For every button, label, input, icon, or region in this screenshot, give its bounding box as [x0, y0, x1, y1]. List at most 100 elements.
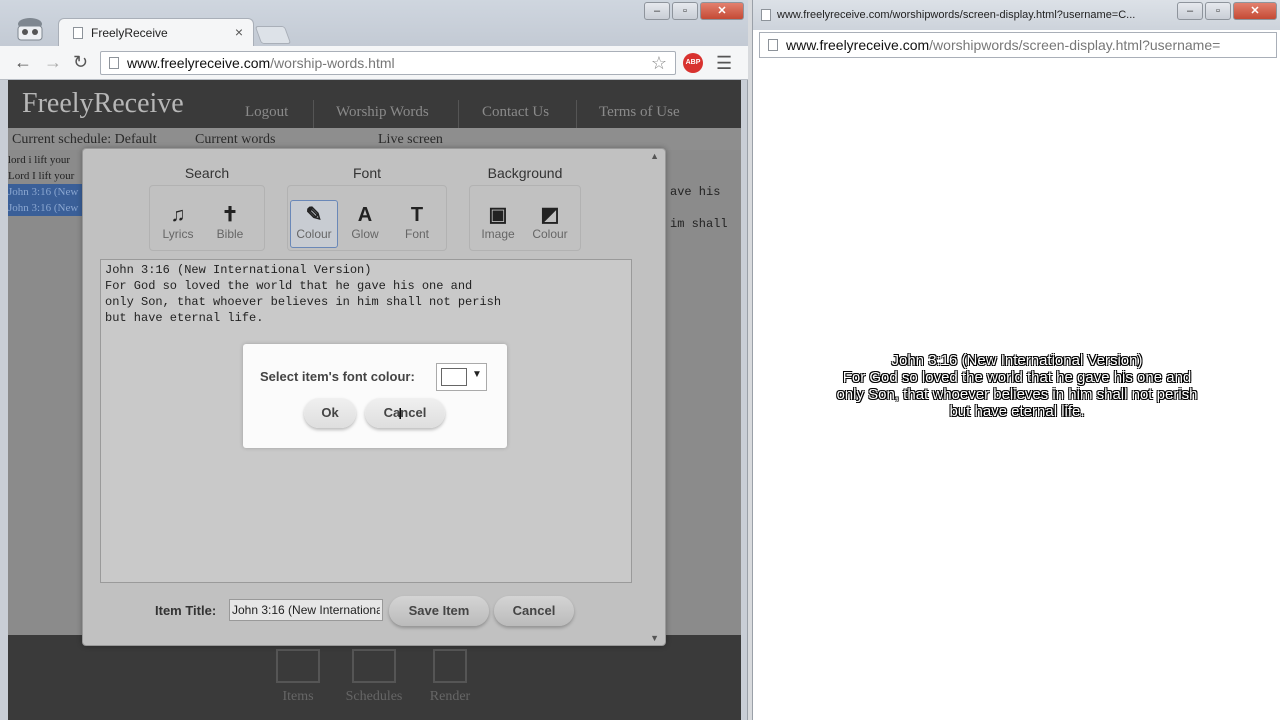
nav-contact-us[interactable]: Contact Us: [482, 104, 549, 121]
minimize-button[interactable]: –: [644, 2, 670, 20]
button-label: Font: [404, 227, 429, 241]
glow-icon: A: [357, 204, 373, 226]
bottom-nav-bar: Items Schedules Render: [8, 635, 741, 720]
scroll-down-icon[interactable]: ▼: [650, 633, 659, 643]
page-icon: [109, 57, 119, 69]
adblock-icon[interactable]: ABP: [683, 53, 703, 73]
window-controls: – ▫ ✕: [644, 2, 744, 20]
tab-title: FreelyReceive: [91, 26, 168, 40]
incognito-avatar-icon[interactable]: [12, 14, 48, 44]
schedules-icon: [352, 649, 396, 683]
maximize-button[interactable]: ▫: [672, 2, 698, 20]
image-icon: ▣: [488, 204, 508, 226]
live-display-text: John 3:16 (New International Version) Fo…: [753, 352, 1280, 420]
fill-colour-icon: ◩: [540, 204, 560, 226]
font-colour-popup: Select item's font colour: ▼ Ok Cancel I: [243, 344, 507, 448]
chevron-down-icon: ▼: [472, 369, 482, 380]
music-note-icon: ♫: [170, 204, 186, 226]
background-image-button[interactable]: ▣ Image: [475, 201, 521, 247]
group-title: Search: [184, 165, 230, 181]
text-icon: T: [410, 204, 424, 226]
nav-separator: [458, 100, 459, 128]
url-host: www.freelyreceive.com: [786, 37, 930, 53]
pen-icon: ✎: [305, 204, 323, 226]
maximize-button[interactable]: ▫: [1205, 2, 1231, 20]
preview-line: im shall: [670, 217, 728, 231]
nav-separator: [576, 100, 577, 128]
schedule-list: lord i lift your Lord I lift your John 3…: [8, 152, 84, 232]
list-item[interactable]: Lord I lift your: [8, 168, 84, 184]
bottom-nav-label: Render: [429, 689, 471, 704]
url-path: /worshipwords/screen-display.html?userna…: [929, 37, 1221, 53]
colour-swatch: [441, 368, 467, 386]
group-title: Background: [487, 165, 563, 181]
background-colour-button[interactable]: ◩ Colour: [527, 201, 573, 247]
glow-button[interactable]: A Glow: [342, 201, 388, 247]
live-screen-preview: ave his im shall: [670, 176, 728, 240]
save-item-button[interactable]: Save Item: [389, 596, 489, 626]
item-title-input[interactable]: [229, 599, 383, 621]
minimize-button[interactable]: –: [1177, 2, 1203, 20]
button-label: Glow: [351, 227, 379, 241]
items-icon: [276, 649, 320, 683]
browser-tab[interactable]: FreelyReceive ×: [58, 18, 254, 46]
left-browser-window: FreelyReceive × – ▫ ✕ ← → ↻ www.freelyre…: [0, 0, 748, 720]
item-title-label: Item Title:: [155, 603, 217, 618]
lyrics-button[interactable]: ♫ Lyrics: [155, 201, 201, 247]
url-host: www.freelyreceive.com: [127, 55, 271, 71]
preview-line: ave his: [670, 185, 721, 199]
popup-cancel-button[interactable]: Cancel: [365, 398, 445, 428]
nav-terms-of-use[interactable]: Terms of Use: [599, 104, 680, 121]
panel-labels: Current schedule: Default Current words …: [8, 128, 741, 150]
button-label: Colour: [296, 227, 332, 241]
button-label: Colour: [532, 227, 568, 241]
bottom-nav-label: Items: [282, 689, 314, 704]
nav-worship-words[interactable]: Worship Words: [336, 104, 429, 121]
group-title: Font: [352, 165, 381, 181]
page-icon: [73, 27, 83, 39]
list-item[interactable]: lord i lift your: [8, 152, 84, 168]
live-screen-label: Live screen: [378, 132, 443, 147]
list-item[interactable]: John 3:16 (New: [8, 200, 84, 216]
scroll-up-icon[interactable]: ▲: [650, 151, 659, 161]
close-window-button[interactable]: ✕: [700, 2, 744, 20]
ok-button[interactable]: Ok: [304, 398, 356, 428]
button-label: Bible: [216, 227, 244, 241]
display-line: only Son, that whoever believes in him s…: [836, 386, 1198, 403]
forward-arrow-icon[interactable]: →: [44, 52, 62, 73]
new-tab-button[interactable]: [254, 26, 292, 44]
left-tab-strip: FreelyReceive × – ▫ ✕: [0, 0, 748, 46]
bottom-nav-render[interactable]: Render: [420, 649, 480, 705]
close-window-button[interactable]: ✕: [1233, 2, 1277, 20]
bible-button[interactable]: ✝ Bible: [207, 201, 253, 247]
button-label: Image: [481, 227, 515, 241]
menu-icon[interactable]: ☰: [716, 53, 732, 74]
url-path: /worship-words.html: [270, 55, 395, 71]
back-arrow-icon[interactable]: ←: [14, 52, 32, 73]
reload-icon[interactable]: ↻: [73, 52, 88, 73]
nav-separator: [313, 100, 314, 128]
button-label: Lyrics: [162, 227, 194, 241]
bottom-nav-schedules[interactable]: Schedules: [344, 649, 404, 705]
current-words-label: Current words: [195, 132, 276, 147]
bookmark-star-icon[interactable]: ☆: [651, 52, 667, 74]
font-button[interactable]: T Font: [394, 201, 440, 247]
window-controls: – ▫ ✕: [1177, 2, 1277, 20]
bottom-nav-label: Schedules: [345, 689, 403, 704]
site-header: FreelyReceive Logout Worship Words Conta…: [8, 80, 741, 128]
list-item[interactable]: John 3:16 (New: [8, 184, 84, 200]
bottom-nav-items[interactable]: Items: [268, 649, 328, 705]
display-line: but have eternal life.: [949, 403, 1085, 420]
cancel-button[interactable]: Cancel: [494, 596, 574, 626]
display-line: For God so loved the world that he gave …: [842, 369, 1192, 386]
site-logo[interactable]: FreelyReceive: [22, 88, 184, 120]
page-icon: [768, 39, 778, 51]
tab-close-icon[interactable]: ×: [235, 24, 243, 40]
nav-logout[interactable]: Logout: [245, 104, 288, 121]
address-bar[interactable]: www.freelyreceive.com/worship-words.html…: [100, 51, 676, 75]
page-icon: [761, 9, 771, 21]
font-colour-button[interactable]: ✎ Colour: [290, 200, 338, 248]
edit-item-dialog: ▲ ▼ Search ♫ Lyrics ✝ Bible Font ✎ Colou…: [82, 148, 666, 646]
address-bar[interactable]: www.freelyreceive.com/worshipwords/scree…: [759, 32, 1277, 58]
font-colour-select[interactable]: ▼: [436, 363, 487, 391]
